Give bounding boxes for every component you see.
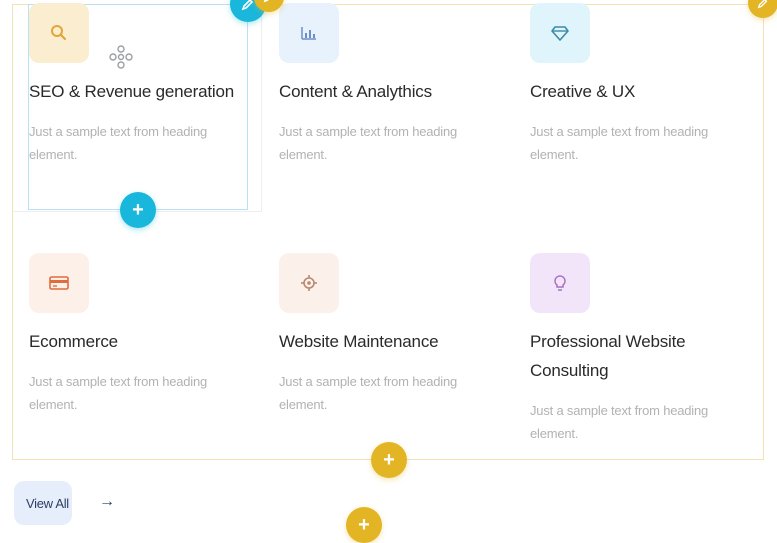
service-icon-box — [279, 253, 339, 313]
service-card[interactable]: Creative & UX Just a sample text from he… — [530, 3, 752, 166]
service-title: Content & Analythics — [279, 82, 432, 101]
service-title: Creative & UX — [530, 82, 636, 101]
add-widget-button[interactable]: + — [120, 192, 156, 228]
service-card[interactable]: Website Maintenance Just a sample text f… — [279, 253, 501, 416]
service-description: Just a sample text from heading element. — [29, 374, 208, 412]
pencil-icon — [241, 0, 254, 11]
service-icon-box — [530, 3, 590, 63]
service-icon-box — [279, 3, 339, 63]
view-all-label: View All — [26, 495, 69, 511]
plus-icon: + — [383, 448, 395, 471]
service-description: Just a sample text from heading element. — [530, 124, 709, 162]
service-icon-box — [29, 3, 89, 63]
arrow-right-icon[interactable]: → — [99, 493, 115, 511]
add-section-button[interactable]: + — [371, 442, 407, 478]
pencil-icon — [757, 0, 768, 9]
service-icon-box — [29, 253, 89, 313]
search-icon — [51, 25, 67, 41]
chart-icon — [301, 27, 316, 40]
view-all-button[interactable]: View All — [14, 481, 72, 525]
service-card[interactable]: Ecommerce Just a sample text from headin… — [29, 253, 251, 416]
service-description: Just a sample text from heading element. — [530, 403, 709, 441]
service-title: Professional Website Consulting — [530, 332, 686, 380]
diamond-icon — [551, 26, 569, 41]
service-description: Just a sample text from heading element. — [279, 374, 458, 412]
service-description: Just a sample text from heading element. — [29, 124, 208, 162]
service-icon-box — [530, 253, 590, 313]
plus-icon: + — [358, 513, 370, 536]
lightbulb-icon — [554, 275, 566, 291]
service-card[interactable]: SEO & Revenue generation Just a sample t… — [29, 3, 251, 166]
service-card[interactable]: Content & Analythics Just a sample text … — [279, 3, 501, 166]
credit-card-icon — [49, 276, 69, 290]
add-section-button[interactable]: + — [346, 507, 382, 543]
service-card[interactable]: Professional Website Consulting Just a s… — [530, 253, 752, 445]
service-title: Ecommerce — [29, 332, 118, 351]
gear-icon — [301, 275, 317, 291]
service-title: SEO & Revenue generation — [29, 82, 235, 101]
service-description: Just a sample text from heading element. — [279, 124, 458, 162]
service-title: Website Maintenance — [279, 332, 439, 351]
move-handle-icon[interactable] — [108, 44, 134, 70]
plus-icon: + — [132, 198, 144, 221]
pencil-icon — [263, 0, 269, 3]
